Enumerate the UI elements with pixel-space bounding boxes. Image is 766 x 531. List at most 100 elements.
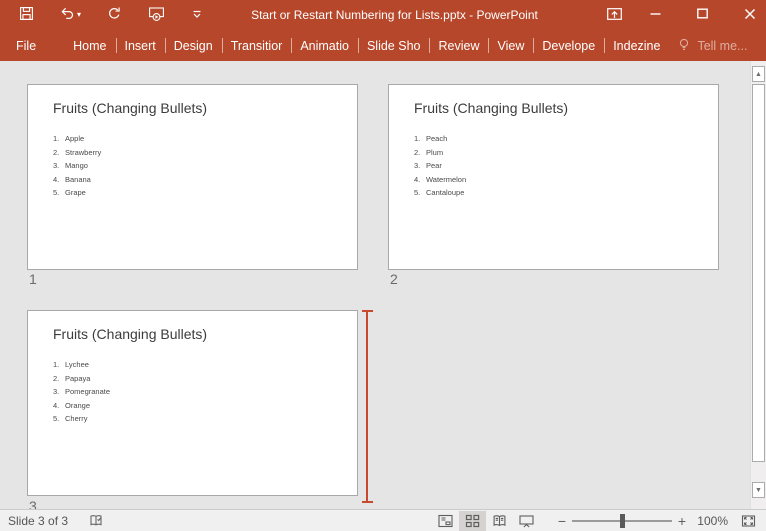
list-item-text: Orange [65,401,90,415]
list-item: 3.Mango [53,161,101,175]
list-item-text: Watermelon [426,175,466,189]
zoom-level[interactable]: 100% [690,514,728,528]
slide-title: Fruits (Changing Bullets) [53,100,207,116]
tab-animations[interactable]: Animatio [291,30,358,61]
sign-in-button[interactable]: Sign in [755,30,766,61]
status-bar: Slide 3 of 3 − + [0,509,766,531]
undo-dropdown-icon[interactable]: ▾ [77,11,81,19]
minimize-button[interactable] [639,0,672,30]
list-item-text: Apple [65,134,84,148]
list-item: 2.Papaya [53,374,110,388]
tab-home[interactable]: Home [64,30,115,61]
customize-qat-button[interactable] [189,6,205,25]
list-item: 4.Orange [53,401,110,415]
close-button[interactable] [733,0,766,30]
save-icon [19,6,34,24]
tab-transitions[interactable]: Transitior [222,30,292,61]
list-item-number: 2. [53,148,65,162]
zoom-controls: − + 100% [554,511,760,531]
slide-title: Fruits (Changing Bullets) [414,100,568,116]
list-item-number: 4. [53,401,65,415]
title-bar: ▾ Start or Restart Numbering for Lists.p… [0,0,766,30]
zoom-slider-thumb[interactable] [620,514,625,528]
list-item-number: 1. [53,134,65,148]
scroll-up-icon: ▲ [755,71,762,78]
maximize-button[interactable] [686,0,719,30]
list-item-text: Pomegranate [65,387,110,401]
list-item-number: 3. [414,161,426,175]
list-item: 2.Strawberry [53,148,101,162]
close-icon [743,7,757,24]
tab-slide-show[interactable]: Slide Sho [358,30,430,61]
undo-button[interactable]: ▾ [58,4,83,26]
slide-sorter-area: Fruits (Changing Bullets) 1.Apple 2.Stra… [0,61,766,509]
zoom-slider-track[interactable] [572,520,672,522]
tell-me-label: Tell me... [697,39,747,53]
lightbulb-icon [677,37,691,55]
ribbon-display-options-icon [606,6,623,25]
list-item: 1.Peach [414,134,466,148]
list-item-text: Cherry [65,414,88,428]
tab-view[interactable]: View [488,30,533,61]
tab-design[interactable]: Design [165,30,222,61]
list-item: 4.Watermelon [414,175,466,189]
vertical-scrollbar[interactable]: ▲ ▼ [750,61,766,509]
normal-view-button[interactable] [432,511,459,531]
list-item: 1.Apple [53,134,101,148]
list-item: 5.Cantaloupe [414,188,466,202]
slide-list: 1.Peach 2.Plum 3.Pear 4.Watermelon 5.Can… [414,134,466,202]
scroll-down-icon: ▼ [755,487,762,494]
tab-review[interactable]: Review [429,30,488,61]
list-item-number: 5. [414,188,426,202]
list-item: 1.Lychee [53,360,110,374]
slide-list: 1.Lychee 2.Papaya 3.Pomegranate 4.Orange… [53,360,110,428]
tab-insert[interactable]: Insert [116,30,165,61]
list-item: 2.Plum [414,148,466,162]
slide-sorter-view-button[interactable] [459,511,486,531]
scrollbar-down-button[interactable]: ▼ [752,482,765,498]
zoom-out-button[interactable]: − [554,513,570,529]
powerpoint-window: ▾ Start or Restart Numbering for Lists.p… [0,0,766,531]
scrollbar-up-button[interactable]: ▲ [752,66,765,82]
ribbon-display-options-button[interactable] [598,0,631,30]
start-from-beginning-button[interactable] [146,4,167,27]
customize-qat-icon [191,8,203,23]
slide-thumbnail-3[interactable]: Fruits (Changing Bullets) 1.Lychee 2.Pap… [27,310,358,496]
window-title: Start or Restart Numbering for Lists.ppt… [251,8,538,22]
slide-title: Fruits (Changing Bullets) [53,326,207,342]
list-item-number: 4. [414,175,426,189]
annotation-measure-line [362,310,373,503]
slide-number-3: 3 [29,498,37,509]
undo-icon [60,6,75,24]
list-item: 5.Cherry [53,414,110,428]
slide-number-1: 1 [29,271,37,287]
window-controls [598,0,766,30]
list-item-text: Grape [65,188,86,202]
list-item-number: 3. [53,161,65,175]
list-item-number: 3. [53,387,65,401]
list-item-text: Cantaloupe [426,188,464,202]
tab-developer[interactable]: Develope [533,30,604,61]
reading-view-button[interactable] [486,511,513,531]
repeat-button[interactable] [105,4,124,26]
list-item-text: Banana [65,175,91,189]
zoom-in-button[interactable]: + [674,513,690,529]
scrollbar-thumb[interactable] [752,84,765,462]
list-item-number: 1. [414,134,426,148]
tell-me-box[interactable]: Tell me... [669,30,755,61]
slide-show-view-button[interactable] [513,511,540,531]
list-item-number: 5. [53,414,65,428]
slide-thumbnail-2[interactable]: Fruits (Changing Bullets) 1.Peach 2.Plum… [388,84,719,270]
slide-thumbnail-1[interactable]: Fruits (Changing Bullets) 1.Apple 2.Stra… [27,84,358,270]
slide-indicator[interactable]: Slide 3 of 3 [8,514,68,528]
fit-slide-to-window-button[interactable] [736,511,760,531]
list-item-number: 1. [53,360,65,374]
tab-file[interactable]: File [0,30,52,61]
spell-check-button[interactable] [88,513,104,528]
list-item-text: Lychee [65,360,89,374]
list-item: 3.Pear [414,161,466,175]
tab-indezine[interactable]: Indezine [604,30,669,61]
minimize-icon [649,7,662,23]
save-button[interactable] [17,4,36,26]
slide-number-2: 2 [390,271,398,287]
